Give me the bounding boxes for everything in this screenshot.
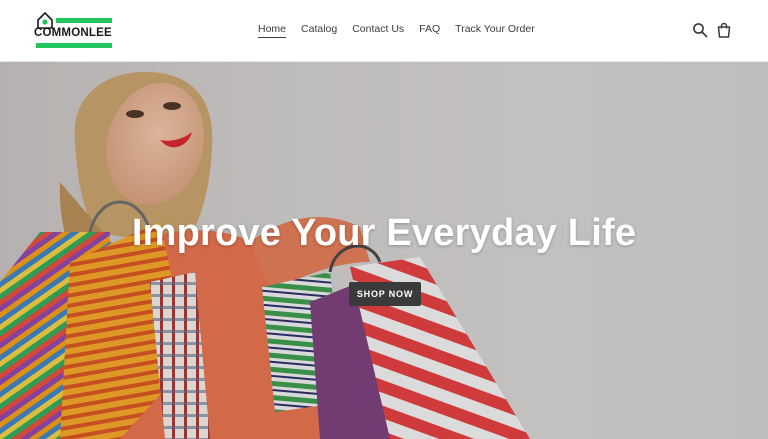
main-nav: Home Catalog Contact Us FAQ Track Your O… [258,23,535,38]
brand-logo[interactable]: COMMONLEE [34,11,112,51]
nav-item-catalog[interactable]: Catalog [301,23,337,38]
logo-bar-bottom [36,43,112,48]
hero-banner: Improve Your Everyday Life SHOP NOW [0,62,768,439]
logo-bar-top [56,18,112,23]
nav-item-track-order[interactable]: Track Your Order [455,23,535,38]
nav-item-faq[interactable]: FAQ [419,23,440,38]
brand-name: COMMONLEE [34,27,112,39]
nav-item-home[interactable]: Home [258,23,287,38]
hero-heading: Improve Your Everyday Life [131,212,637,254]
search-icon[interactable] [692,22,708,38]
nav-item-contact-us[interactable]: Contact Us [352,23,404,38]
shop-now-button[interactable]: SHOP NOW [349,282,421,306]
cart-icon[interactable] [716,22,732,38]
site-header: COMMONLEE Home Catalog Contact Us FAQ Tr… [0,0,768,62]
